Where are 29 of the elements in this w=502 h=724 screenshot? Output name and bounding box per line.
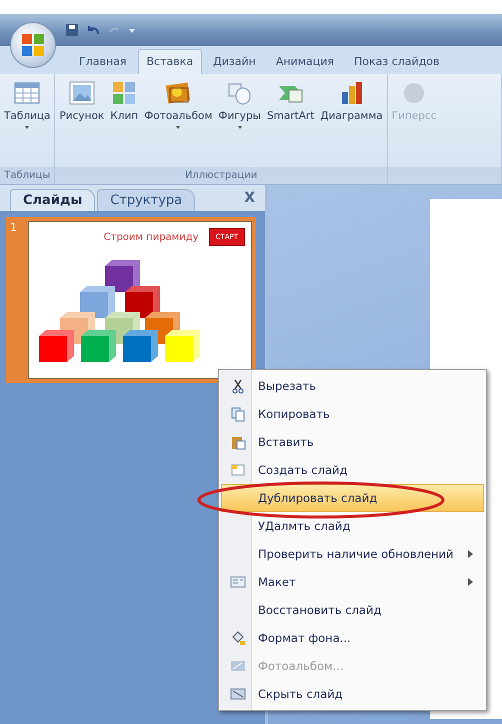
group-label: Иллюстрации	[55, 167, 387, 184]
group-label: Таблицы	[0, 167, 54, 184]
menu-item[interactable]: Копировать	[221, 400, 484, 428]
menu-item[interactable]: УДалмть слайд	[221, 512, 484, 540]
menu-item[interactable]: Дублировать слайд	[221, 484, 484, 512]
ribbon-button[interactable]: Фигуры	[218, 80, 261, 167]
ribbon-button[interactable]: Диаграмма	[320, 80, 383, 167]
ribbon-button[interactable]: Фотоальбом	[144, 80, 212, 167]
menu-item[interactable]: Формат фона...	[221, 624, 484, 652]
ribbon-tab[interactable]: Главная	[70, 49, 136, 74]
ribbon-button[interactable]: SmartArt	[266, 80, 314, 167]
slide-title: Строим пирамиду	[104, 232, 199, 242]
slide-number: 1	[10, 221, 18, 236]
menu-item[interactable]: Создать слайд	[221, 456, 484, 484]
menu-item[interactable]: Скрыть слайд	[221, 680, 484, 708]
menu-item[interactable]: Восстановить слайд	[221, 596, 484, 624]
ribbon-tab[interactable]: Вставка	[138, 49, 202, 74]
ribbon-tab[interactable]: Показ слайдов	[345, 49, 449, 74]
menu-item[interactable]: Проверить наличие обновлений	[221, 540, 484, 568]
panel-tab[interactable]: Слайды	[10, 189, 96, 211]
panel-tab[interactable]: Структура	[97, 189, 196, 211]
ribbon-button[interactable]: Клип	[110, 80, 138, 167]
ribbon-button[interactable]: Таблица	[4, 80, 50, 167]
ribbon-tab[interactable]: Дизайн	[204, 49, 265, 74]
close-button[interactable]: X	[244, 190, 255, 206]
menu-item[interactable]: Вставить	[221, 428, 484, 456]
menu-item[interactable]: Макет	[221, 568, 484, 596]
ribbon-tab[interactable]: Анимация	[266, 49, 343, 74]
ribbon-button[interactable]: Рисунок	[59, 80, 104, 167]
